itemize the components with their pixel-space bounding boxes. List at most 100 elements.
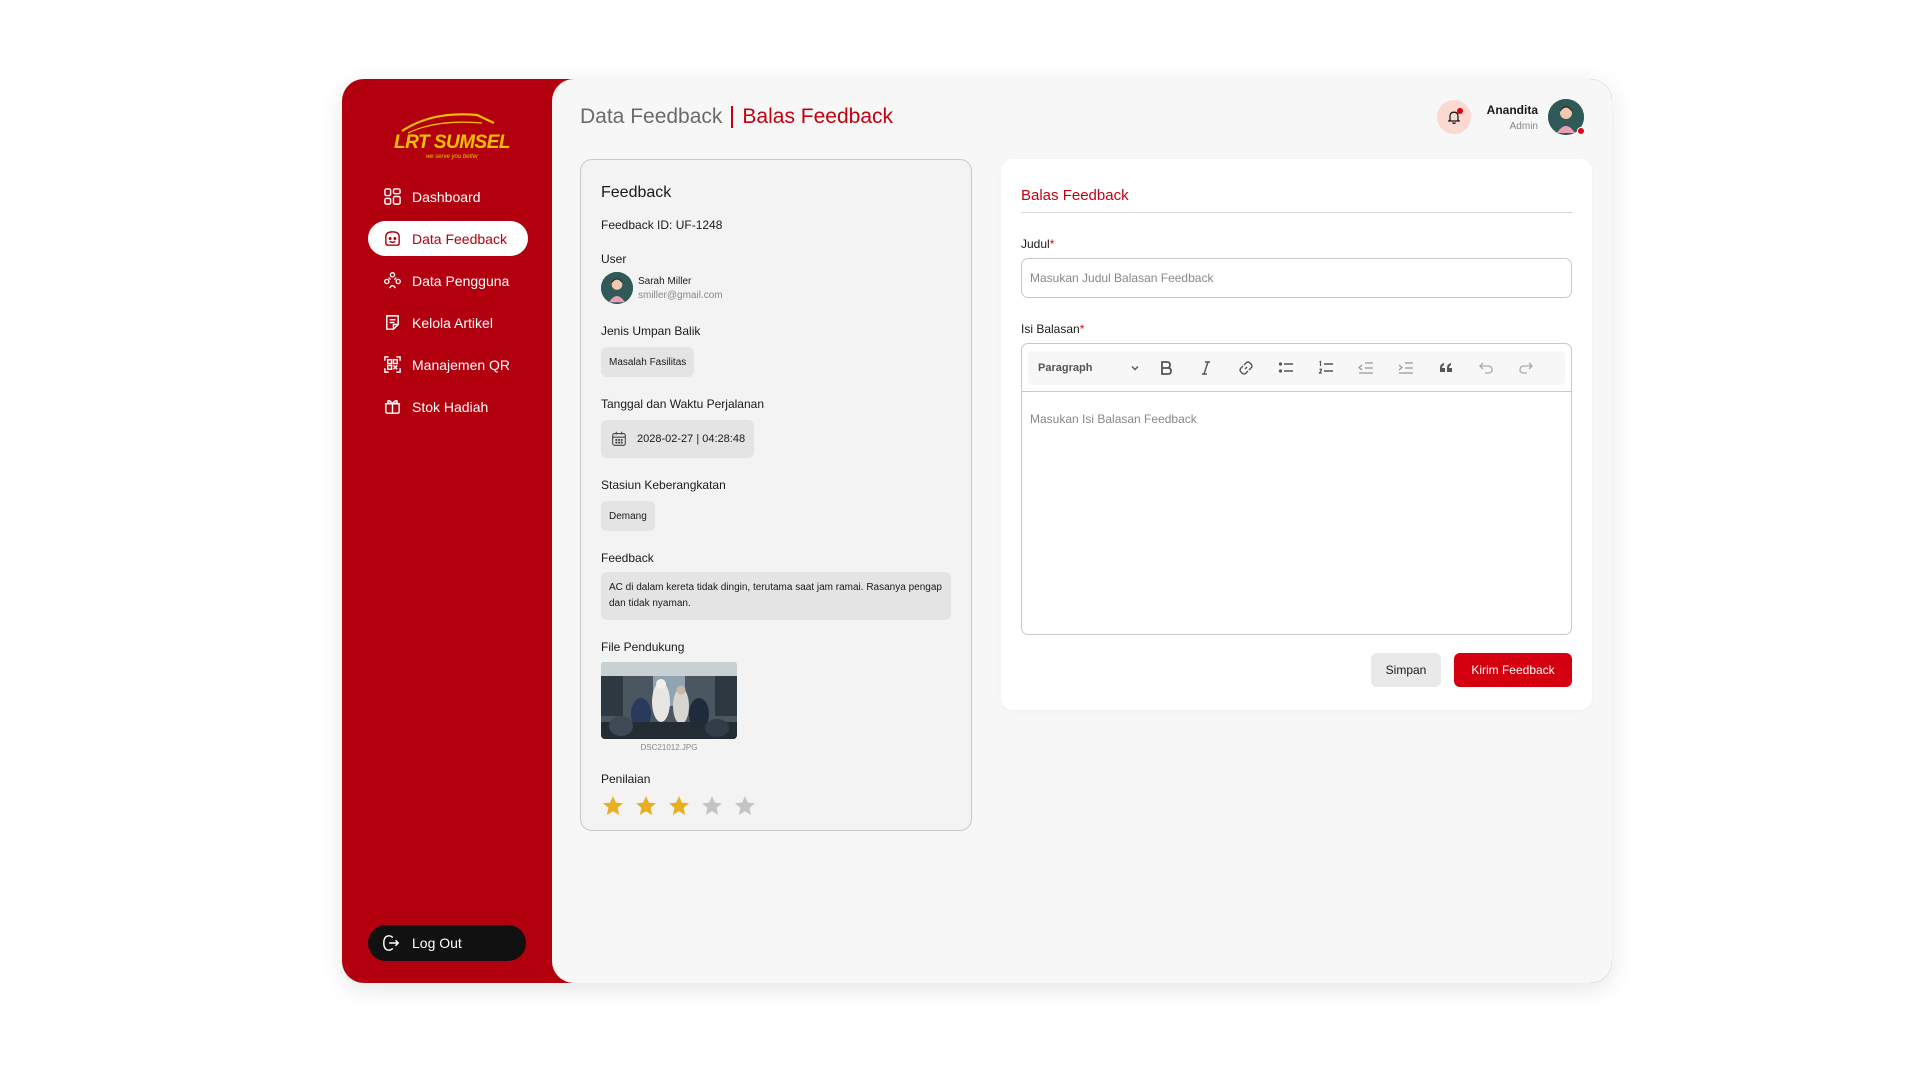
app-window: LRT SUMSEL we serve you better Dashboard… [342, 79, 1612, 983]
breadcrumb-separator [731, 106, 734, 128]
svg-text:we serve you better: we serve you better [426, 154, 479, 160]
rating-stars [601, 794, 951, 818]
attachment-image[interactable] [601, 662, 737, 739]
online-status-dot [1577, 127, 1585, 135]
sidebar-item-data-feedback[interactable]: Data Feedback [368, 221, 528, 256]
svg-text:LRT SUMSEL: LRT SUMSEL [394, 132, 510, 153]
redo-button[interactable] [1506, 354, 1546, 382]
form-actions: Simpan Kirim Feedback [1021, 653, 1572, 687]
header-user-area: Anandita Admin [1436, 99, 1585, 135]
judul-input[interactable] [1021, 258, 1572, 298]
bullet-list-button[interactable] [1266, 354, 1306, 382]
star-empty-icon [702, 796, 722, 815]
save-button[interactable]: Simpan [1371, 653, 1441, 687]
qr-icon [382, 355, 402, 375]
logout-icon [383, 935, 400, 951]
undo-icon [1479, 362, 1493, 374]
italic-button[interactable] [1186, 354, 1226, 382]
user-info: Anandita Admin [1487, 103, 1538, 132]
main-content: Data Feedback Balas Feedback Anandita Ad… [552, 79, 1612, 983]
sidebar-item-data-pengguna[interactable]: Data Pengguna [368, 263, 528, 298]
required-mark: * [1049, 237, 1055, 251]
sidebar: LRT SUMSEL we serve you better Dashboard… [342, 79, 557, 983]
sidebar-item-label: Stok Hadiah [412, 398, 489, 415]
dashboard-icon [382, 187, 402, 207]
breadcrumb-parent[interactable]: Data Feedback [580, 105, 722, 129]
datetime-value: 2028-02-27 | 04:28:48 [637, 433, 746, 445]
notification-button[interactable] [1436, 100, 1471, 134]
quote-icon [1440, 362, 1452, 372]
numbered-list-button[interactable] [1306, 354, 1346, 382]
redo-icon [1519, 362, 1533, 374]
sidebar-item-label: Data Feedback [412, 230, 507, 247]
outdent-icon [1358, 361, 1373, 374]
feedback-text-label: Feedback [601, 551, 654, 565]
required-mark: * [1079, 322, 1085, 336]
isi-balasan-textarea[interactable] [1022, 392, 1571, 632]
datetime-chip: 2028-02-27 | 04:28:48 [601, 420, 755, 458]
star-filled-icon [669, 796, 689, 815]
sidebar-item-dashboard[interactable]: Dashboard [368, 179, 528, 214]
breadcrumb: Data Feedback Balas Feedback [580, 105, 893, 129]
feedback-user-email: smiller@gmail.com [638, 289, 723, 301]
feedback-text: AC di dalam kereta tidak dingin, terutam… [601, 572, 951, 620]
avatar[interactable] [1548, 99, 1585, 135]
station-chip: Demang [601, 501, 655, 531]
numbered-list-icon [1318, 360, 1333, 374]
feedback-type-label: Jenis Umpan Balik [601, 324, 701, 338]
sidebar-item-label: Dashboard [412, 188, 481, 205]
link-icon [1239, 360, 1253, 375]
link-button[interactable] [1226, 354, 1266, 382]
send-feedback-button[interactable]: Kirim Feedback [1454, 653, 1572, 687]
paragraph-style-select[interactable]: Paragraph [1032, 362, 1146, 374]
sidebar-nav: Dashboard Data Feedback Data Pengguna Ke… [368, 179, 528, 431]
lrt-sumsel-logo[interactable]: LRT SUMSEL we serve you better [382, 103, 522, 163]
indent-button[interactable] [1386, 354, 1426, 382]
sidebar-item-stok-hadiah[interactable]: Stok Hadiah [368, 389, 528, 424]
chevron-down-icon [1131, 365, 1139, 370]
logout-button[interactable]: Log Out [368, 925, 526, 961]
judul-label: Judul* [1021, 237, 1572, 251]
sidebar-item-kelola-artikel[interactable]: Kelola Artikel [368, 305, 528, 340]
undo-button[interactable] [1466, 354, 1506, 382]
judul-label-text: Judul [1021, 237, 1050, 251]
feedback-card-title: Feedback [601, 184, 672, 201]
rating-label: Penilaian [601, 772, 651, 786]
bold-button[interactable] [1146, 354, 1186, 382]
logout-label: Log Out [412, 935, 462, 951]
reply-form-title: Balas Feedback [1021, 187, 1572, 213]
star-filled-icon [636, 796, 656, 815]
reply-form-card: Balas Feedback Judul* Isi Balasan* Parag… [1001, 159, 1592, 710]
notification-badge [1456, 108, 1463, 114]
datetime-label: Tanggal dan Waktu Perjalanan [601, 397, 764, 411]
editor-toolbar: Paragraph [1022, 344, 1571, 392]
outdent-button[interactable] [1346, 354, 1386, 382]
feedback-icon [382, 229, 402, 249]
feedback-detail-card: Feedback Feedback ID: UF-1248 User Sarah… [580, 159, 972, 831]
sidebar-item-manajemen-qr[interactable]: Manajemen QR [368, 347, 528, 382]
feedback-user: Sarah Miller smiller@gmail.com [601, 272, 951, 304]
editor-toolbar-group: Paragraph [1028, 350, 1565, 385]
feedback-type-chip: Masalah Fasilitas [601, 347, 695, 377]
station-label: Stasiun Keberangkatan [601, 478, 726, 492]
page-title: Balas Feedback [742, 105, 894, 128]
sidebar-item-label: Kelola Artikel [412, 314, 493, 331]
user-name: Anandita [1486, 102, 1538, 117]
blockquote-button[interactable] [1426, 354, 1466, 382]
isi-label-text: Isi Balasan [1021, 322, 1080, 336]
sidebar-item-label: Data Pengguna [412, 272, 510, 289]
rich-text-editor: Paragraph [1021, 343, 1572, 635]
gift-icon [382, 397, 402, 417]
attachment-filename: DSC21012.JPG [640, 743, 698, 752]
italic-icon [1202, 360, 1210, 375]
user-avatar [601, 272, 633, 304]
file-label: File Pendukung [601, 640, 685, 654]
isi-label: Isi Balasan* [1021, 322, 1572, 336]
bold-icon [1161, 360, 1172, 375]
users-icon [382, 271, 402, 291]
star-filled-icon [603, 796, 623, 815]
user-label: User [601, 252, 627, 266]
calendar-icon [612, 431, 626, 446]
user-role: Admin [1509, 120, 1538, 132]
feedback-id: Feedback ID: UF-1248 [601, 218, 723, 232]
